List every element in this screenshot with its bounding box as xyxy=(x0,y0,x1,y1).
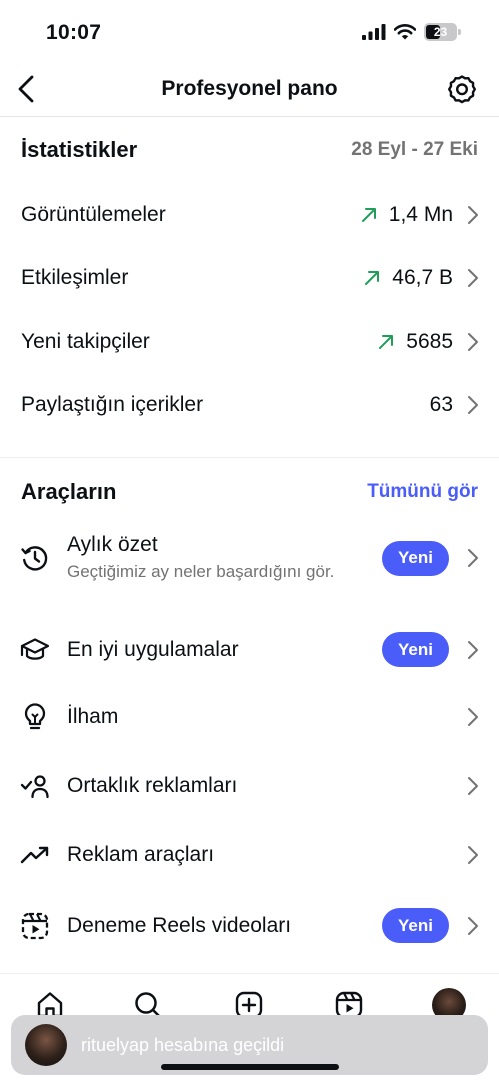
chevron-right-icon xyxy=(467,332,479,352)
stat-label: Etkileşimler xyxy=(21,266,129,289)
section-divider xyxy=(0,457,499,458)
trend-up-icon xyxy=(378,334,394,350)
tool-label: En iyi uygulamalar xyxy=(67,637,239,661)
chevron-right-icon xyxy=(467,268,479,288)
lightbulb-icon xyxy=(19,701,51,733)
chevron-right-icon xyxy=(467,776,479,796)
cellular-signal-icon xyxy=(362,24,386,40)
tool-row-inspiration[interactable]: İlham xyxy=(19,701,479,733)
tool-label: Reklam araçları xyxy=(67,843,215,866)
chevron-right-icon xyxy=(467,845,479,865)
status-time: 10:07 xyxy=(46,21,102,44)
chevron-right-icon xyxy=(467,205,479,225)
tool-description: Geçtiğimiz ay neler başardığını gör. xyxy=(67,562,335,581)
tools-header: Araçların Tümünü gör xyxy=(21,479,478,505)
insights-title: İstatistikler xyxy=(21,137,138,162)
partner-check-icon xyxy=(19,770,51,802)
wifi-icon xyxy=(394,24,416,40)
stat-row-interactions[interactable]: Etkileşimler 46,7 B xyxy=(21,258,479,298)
stat-value: 1,4 Mn xyxy=(388,203,453,226)
stat-value: 5685 xyxy=(406,330,453,353)
tool-label: İlham xyxy=(67,705,119,728)
status-bar: 10:07 23 xyxy=(0,0,499,62)
battery-level-text: 23 xyxy=(433,25,448,39)
stat-row-new-followers[interactable]: Yeni takipçiler 5685 xyxy=(21,322,479,362)
stat-label: Görüntülemeler xyxy=(21,203,166,226)
stat-row-views[interactable]: Görüntülemeler 1,4 Mn xyxy=(21,195,479,235)
new-badge: Yeni xyxy=(382,540,449,576)
history-clock-icon xyxy=(19,542,51,574)
trend-up-icon xyxy=(361,207,377,223)
nav-divider xyxy=(0,116,499,117)
tool-label: Ortaklık reklamları xyxy=(67,774,238,797)
toast-avatar xyxy=(25,1024,67,1066)
stat-row-shared-content[interactable]: Paylaştığın içerikler 63 xyxy=(21,385,479,425)
chevron-right-icon xyxy=(467,916,479,936)
home-indicator xyxy=(161,1064,339,1070)
tools-title: Araçların xyxy=(21,479,117,504)
see-all-link[interactable]: Tümünü gör xyxy=(367,481,478,503)
chevron-right-icon xyxy=(467,548,479,568)
trending-up-icon xyxy=(19,839,51,871)
tool-label: Deneme Reels videoları xyxy=(67,913,292,937)
chevron-right-icon xyxy=(467,707,479,727)
stat-value: 46,7 B xyxy=(392,266,453,289)
tool-row-partnership-ads[interactable]: Ortaklık reklamları xyxy=(19,770,479,802)
toast-message: rituelyap hesabına geçildi xyxy=(81,1034,285,1055)
battery-icon: 23 xyxy=(424,23,461,41)
new-badge: Yeni xyxy=(382,908,449,943)
tool-label: Aylık özet xyxy=(67,533,158,556)
reels-icon xyxy=(19,910,51,942)
graduation-cap-icon xyxy=(19,634,51,666)
insights-header: İstatistikler 28 Eyl - 27 Eki xyxy=(21,137,478,163)
trend-up-icon xyxy=(364,270,380,286)
tab-bar-divider xyxy=(0,973,499,974)
new-badge: Yeni xyxy=(382,632,449,667)
gear-icon xyxy=(448,75,476,104)
settings-button[interactable] xyxy=(445,72,479,106)
chevron-right-icon xyxy=(467,640,479,660)
status-icons: 23 xyxy=(362,23,461,41)
tool-row-trial-reels[interactable]: Deneme Reels videoları Yeni xyxy=(19,908,479,943)
chevron-right-icon xyxy=(467,395,479,415)
tool-row-ad-tools[interactable]: Reklam araçları xyxy=(19,839,479,871)
stat-label: Yeni takipçiler xyxy=(21,330,150,353)
stat-value: 63 xyxy=(429,393,453,416)
tool-row-monthly-recap[interactable]: Aylık özet Geçtiğimiz ay neler başardığı… xyxy=(19,533,479,583)
top-nav: Profesyonel pano xyxy=(0,62,499,116)
tool-row-best-practices[interactable]: En iyi uygulamalar Yeni xyxy=(19,632,479,667)
stat-label: Paylaştığın içerikler xyxy=(21,393,204,416)
date-range[interactable]: 28 Eyl - 27 Eki xyxy=(351,139,478,161)
page-title: Profesyonel pano xyxy=(161,77,338,100)
